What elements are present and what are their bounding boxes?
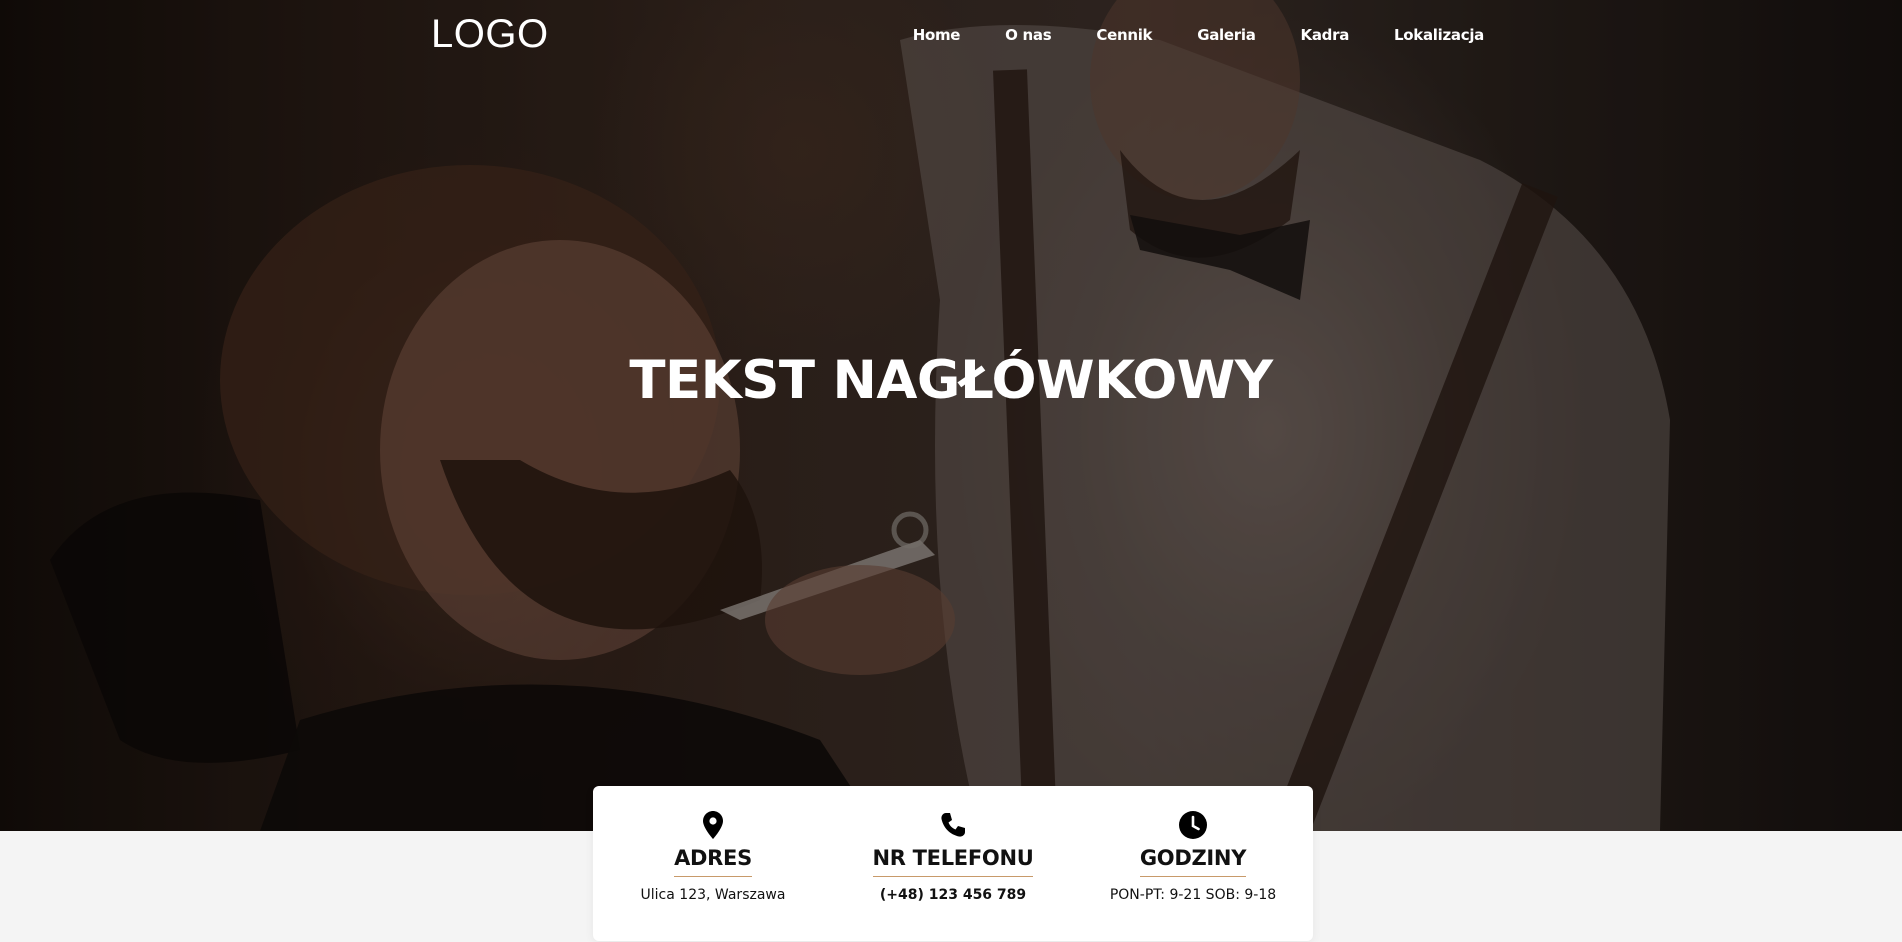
hero-overlay bbox=[0, 0, 1902, 831]
info-phone-title: NR TELEFONU bbox=[872, 846, 1034, 877]
nav-item-home[interactable]: Home bbox=[913, 26, 961, 44]
site-logo[interactable]: LOGO bbox=[431, 12, 549, 57]
info-hours: GODZINY PON-PT: 9-21 SOB: 9-18 bbox=[1073, 786, 1313, 941]
info-hours-text: PON-PT: 9-21 SOB: 9-18 bbox=[1109, 887, 1277, 903]
nav-item-lokalizacja[interactable]: Lokalizacja bbox=[1394, 26, 1484, 44]
nav-item-galeria[interactable]: Galeria bbox=[1197, 26, 1256, 44]
hero-section: LOGO Home O nas Cennik Galeria Kadra Lok… bbox=[0, 0, 1902, 831]
main-navigation: Home O nas Cennik Galeria Kadra Lokaliza… bbox=[913, 26, 1485, 44]
nav-item-kadra[interactable]: Kadra bbox=[1301, 26, 1350, 44]
hero-headline: TEKST NAGŁÓWKOWY bbox=[629, 350, 1273, 411]
info-phone: NR TELEFONU (+48) 123 456 789 bbox=[833, 786, 1073, 941]
info-address-title: ADRES bbox=[674, 846, 752, 877]
info-address: ADRES Ulica 123, Warszawa bbox=[593, 786, 833, 941]
nav-item-cennik[interactable]: Cennik bbox=[1096, 26, 1152, 44]
map-pin-icon bbox=[699, 810, 727, 840]
clock-icon bbox=[1179, 810, 1207, 840]
info-address-text: Ulica 123, Warszawa bbox=[640, 887, 786, 903]
contact-info-card: ADRES Ulica 123, Warszawa NR TELEFONU (+… bbox=[593, 786, 1313, 941]
phone-icon bbox=[939, 810, 967, 840]
info-phone-text[interactable]: (+48) 123 456 789 bbox=[880, 887, 1026, 903]
nav-item-o-nas[interactable]: O nas bbox=[1005, 26, 1052, 44]
info-hours-title: GODZINY bbox=[1139, 846, 1246, 877]
